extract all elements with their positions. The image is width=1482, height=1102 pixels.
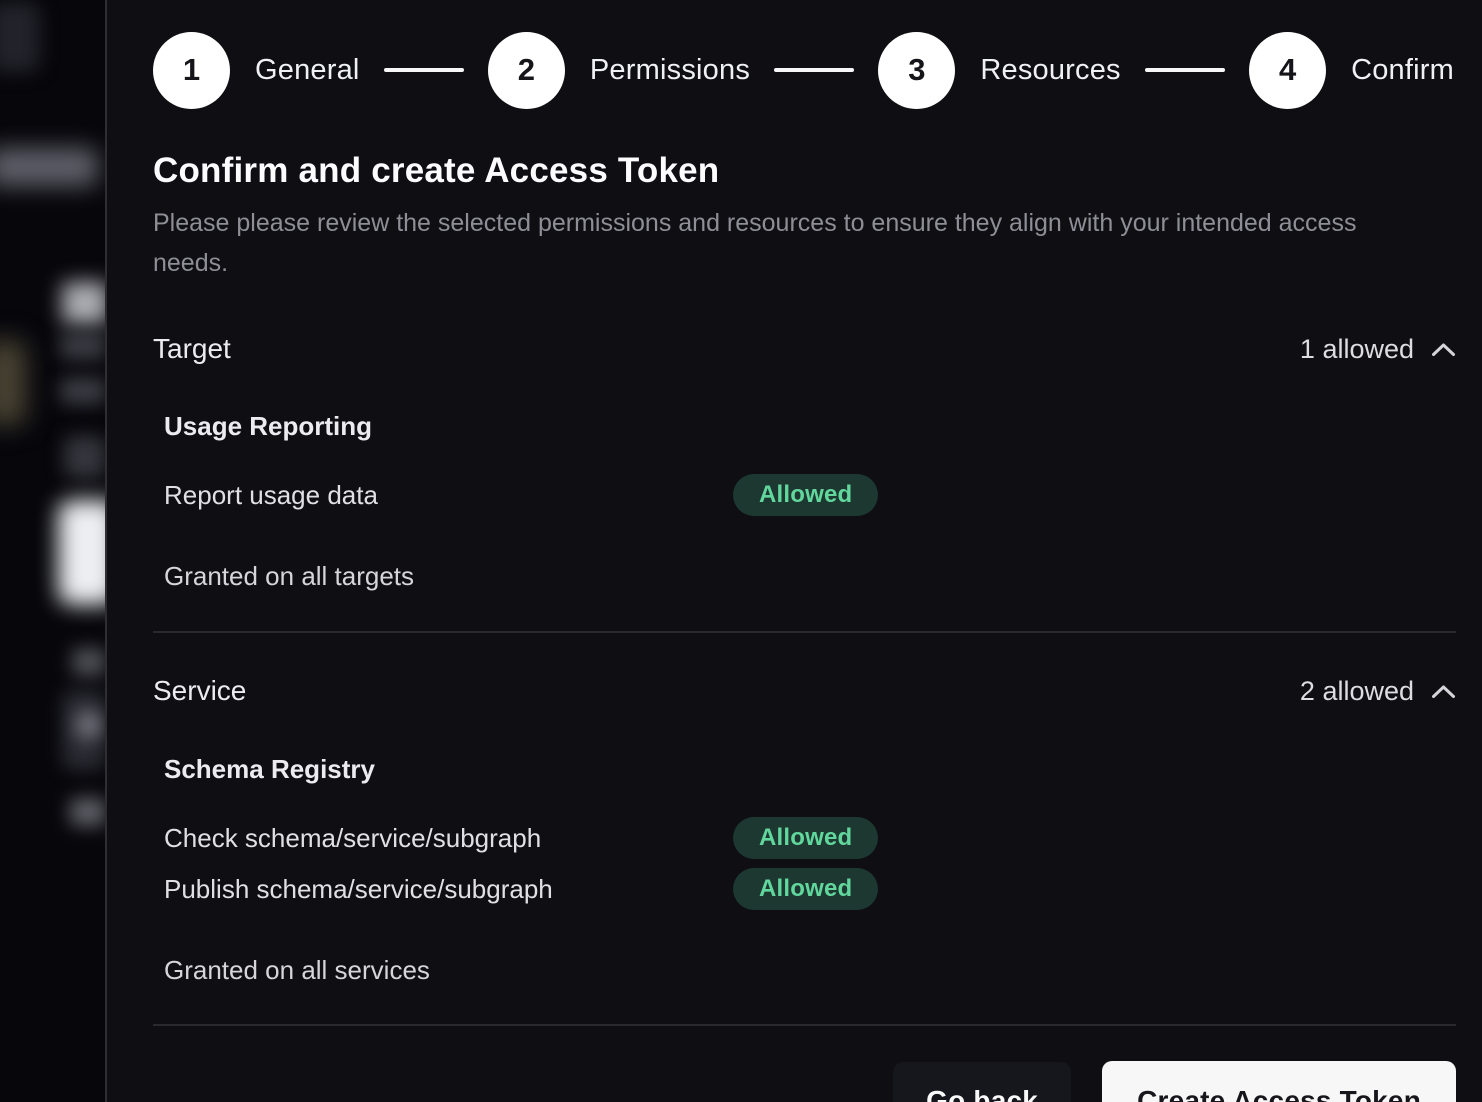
status-badge: Allowed bbox=[733, 817, 878, 859]
permission-row: Check schema/service/subgraph Allowed bbox=[164, 817, 1456, 859]
step-number-circle: 4 bbox=[1249, 32, 1326, 109]
permission-label: Publish schema/service/subgraph bbox=[164, 874, 733, 905]
section-header-service: Service 2 allowed bbox=[153, 675, 1456, 707]
step-connector-line bbox=[774, 68, 854, 72]
backdrop-blur-shape bbox=[72, 648, 105, 676]
chevron-up-icon bbox=[1431, 684, 1456, 699]
backdrop-page-blur bbox=[0, 0, 105, 1102]
allowed-count-label: 1 allowed bbox=[1300, 334, 1414, 365]
step-general[interactable]: 1 General bbox=[153, 32, 360, 109]
create-access-token-modal: 1 General 2 Permissions 3 Resources 4 Co… bbox=[107, 0, 1482, 1102]
chevron-up-icon bbox=[1431, 342, 1456, 357]
step-label: General bbox=[255, 54, 360, 87]
backdrop-blur-shape bbox=[0, 148, 98, 186]
backdrop-blur-shape bbox=[76, 712, 102, 738]
modal-footer: Go back Create Access Token bbox=[153, 1061, 1456, 1102]
backdrop-blur-shape bbox=[70, 798, 105, 826]
step-confirm[interactable]: 4 Confirm bbox=[1249, 32, 1454, 109]
backdrop-blur-shape bbox=[60, 378, 105, 404]
permission-row: Report usage data Allowed bbox=[164, 474, 1456, 516]
granted-scope-note: Granted on all targets bbox=[164, 561, 1456, 592]
step-label: Confirm bbox=[1351, 54, 1454, 87]
page-title: Confirm and create Access Token bbox=[153, 151, 1456, 191]
section-header-target: Target 1 allowed bbox=[153, 333, 1456, 365]
backdrop-blur-shape bbox=[0, 340, 26, 425]
section-collapse-toggle[interactable]: 1 allowed bbox=[1300, 334, 1456, 365]
permission-label: Report usage data bbox=[164, 480, 733, 511]
step-label: Permissions bbox=[590, 54, 750, 87]
status-badge: Allowed bbox=[733, 474, 878, 516]
page-subtitle: Please please review the selected permis… bbox=[153, 203, 1388, 283]
backdrop-blur-shape bbox=[58, 500, 105, 605]
step-resources[interactable]: 3 Resources bbox=[878, 32, 1120, 109]
step-connector-line bbox=[1145, 68, 1225, 72]
step-connector-line bbox=[384, 68, 464, 72]
allowed-count-label: 2 allowed bbox=[1300, 676, 1414, 707]
wizard-stepper: 1 General 2 Permissions 3 Resources 4 Co… bbox=[153, 31, 1456, 109]
section-title: Service bbox=[153, 675, 246, 707]
status-badge: Allowed bbox=[733, 868, 878, 910]
step-number-circle: 2 bbox=[488, 32, 565, 109]
go-back-button[interactable]: Go back bbox=[893, 1062, 1071, 1102]
step-number-circle: 3 bbox=[878, 32, 955, 109]
backdrop-blur-shape bbox=[0, 2, 40, 72]
backdrop-blur-shape bbox=[64, 436, 105, 478]
step-permissions[interactable]: 2 Permissions bbox=[488, 32, 750, 109]
section-divider bbox=[153, 631, 1456, 633]
section-title: Target bbox=[153, 333, 231, 365]
backdrop-blur-shape bbox=[60, 333, 105, 359]
granted-scope-note: Granted on all services bbox=[164, 955, 1456, 986]
permission-row: Publish schema/service/subgraph Allowed bbox=[164, 868, 1456, 910]
permission-label: Check schema/service/subgraph bbox=[164, 823, 733, 854]
create-access-token-button[interactable]: Create Access Token bbox=[1102, 1061, 1456, 1102]
section-collapse-toggle[interactable]: 2 allowed bbox=[1300, 676, 1456, 707]
footer-divider bbox=[153, 1024, 1456, 1026]
permission-group-heading: Usage Reporting bbox=[164, 411, 1456, 442]
permission-group-heading: Schema Registry bbox=[164, 754, 1456, 785]
backdrop-blur-shape bbox=[62, 282, 105, 324]
step-number-circle: 1 bbox=[153, 32, 230, 109]
step-label: Resources bbox=[980, 54, 1120, 87]
